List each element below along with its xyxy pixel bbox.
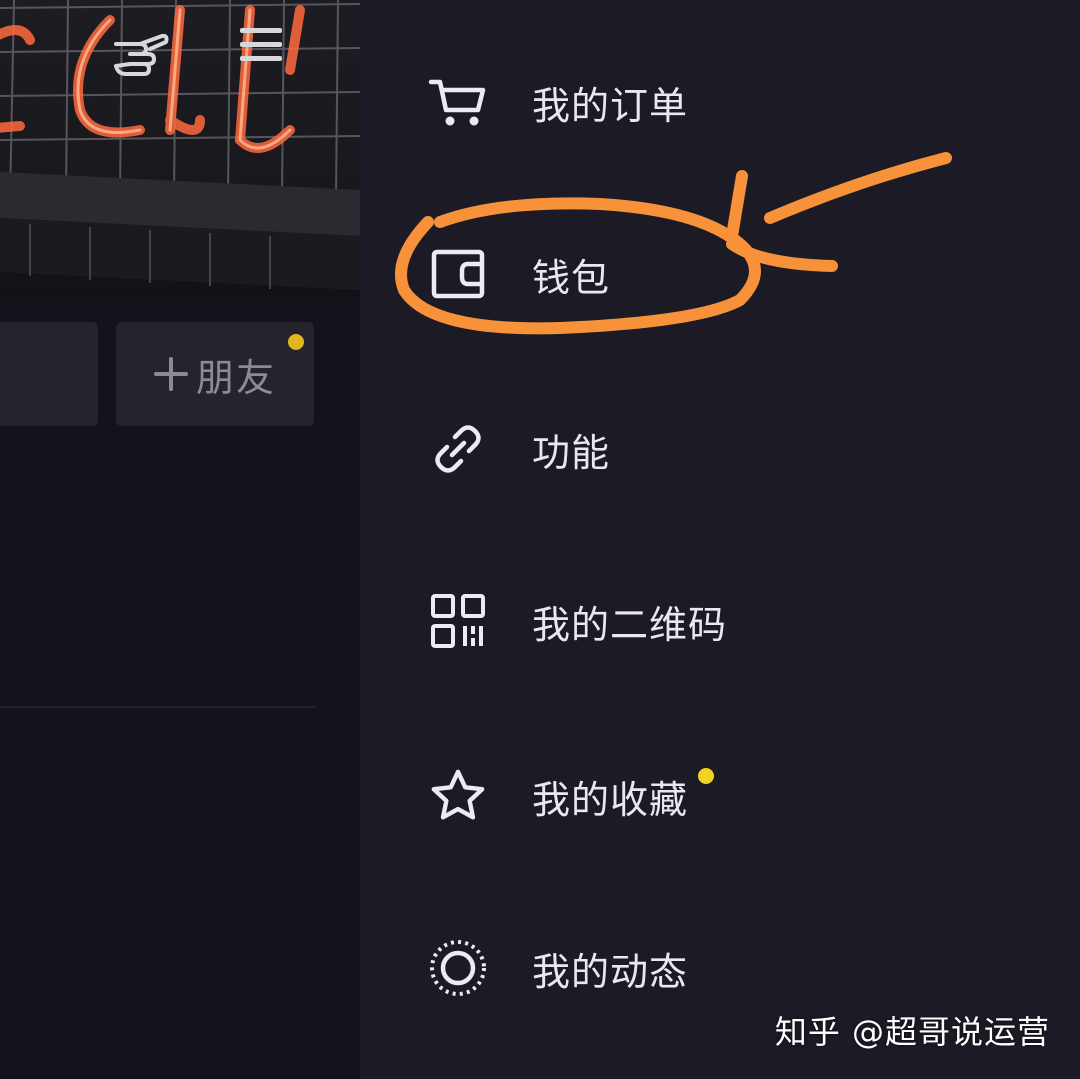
profile-cover-image <box>0 0 360 296</box>
menu-item-label: 我的收藏 <box>532 777 689 822</box>
screen: 朋友 我的订单 钱包 功能 我的二维码 我的收藏 我的动态 知乎 @超哥说运营 <box>0 0 1080 1079</box>
plus-icon <box>153 357 188 391</box>
menu-item-my-orders[interactable]: 我的订单 <box>360 42 1080 162</box>
new-badge-dot <box>288 334 304 350</box>
menu-item-label: 我的订单 <box>532 83 689 128</box>
menu-item-label: 功能 <box>532 430 611 475</box>
menu-icon[interactable] <box>236 24 300 88</box>
menu-item-wallet[interactable]: 钱包 <box>360 214 1080 334</box>
menu-item-my-favorites[interactable]: 我的收藏 <box>360 736 1080 856</box>
divider <box>0 706 316 708</box>
menu-item-label: 我的二维码 <box>532 602 728 647</box>
profile-page-overlay[interactable]: 朋友 <box>0 0 360 1079</box>
qr-code-icon <box>428 591 488 651</box>
new-badge-dot <box>698 768 714 784</box>
menu-item-my-qr-code[interactable]: 我的二维码 <box>360 561 1080 681</box>
menu-item-label: 我的动态 <box>532 949 689 994</box>
cart-icon <box>428 72 488 132</box>
pointing-hand-icon[interactable] <box>110 22 174 86</box>
wallet-icon <box>428 244 488 304</box>
moments-icon <box>428 938 488 998</box>
link-icon <box>428 419 488 479</box>
side-drawer-menu: 我的订单 钱包 功能 我的二维码 我的收藏 我的动态 <box>360 0 1080 1079</box>
menu-item-label: 钱包 <box>532 255 611 300</box>
menu-item-features[interactable]: 功能 <box>360 389 1080 509</box>
neon-grid-cover-graphic <box>0 0 360 290</box>
add-friend-button[interactable]: 朋友 <box>116 322 314 426</box>
edit-profile-button[interactable] <box>0 322 98 426</box>
add-friend-label: 朋友 <box>195 355 276 400</box>
watermark: 知乎 @超哥说运营 <box>774 1013 1050 1051</box>
star-icon <box>428 766 488 826</box>
